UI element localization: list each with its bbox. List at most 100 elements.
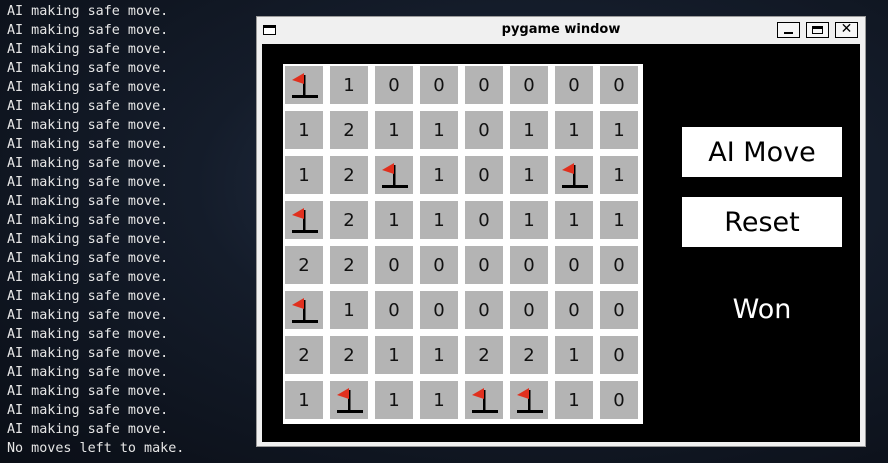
board-cell[interactable]: 0 — [420, 66, 458, 104]
red-flag-icon — [472, 388, 498, 413]
board-cell[interactable]: 0 — [465, 291, 503, 329]
board-cell[interactable]: 0 — [465, 66, 503, 104]
pygame-window: pygame window ✕ 100000012110111121011211… — [256, 16, 866, 447]
terminal-line: AI making safe move. — [7, 80, 169, 95]
window-title: pygame window — [501, 22, 621, 37]
board-cell[interactable]: 1 — [420, 381, 458, 419]
terminal-line: AI making safe move. — [7, 213, 169, 228]
board-cell[interactable]: 1 — [375, 201, 413, 239]
game-status: Won — [732, 294, 792, 325]
board-cell-flagged[interactable] — [285, 201, 323, 239]
board-cell[interactable]: 1 — [285, 111, 323, 149]
board-cell[interactable]: 0 — [420, 246, 458, 284]
board-cell[interactable]: 0 — [555, 66, 593, 104]
terminal-line: AI making safe move. — [7, 156, 169, 171]
terminal-line: AI making safe move. — [7, 384, 169, 399]
board-cell[interactable]: 0 — [600, 381, 638, 419]
board-cell[interactable]: 2 — [330, 246, 368, 284]
board-cell[interactable]: 1 — [330, 291, 368, 329]
board-cell[interactable]: 1 — [510, 201, 548, 239]
terminal-line: AI making safe move. — [7, 4, 169, 19]
red-flag-icon — [517, 388, 543, 413]
minesweeper-board: 1000000121101111210112110111220000001000… — [283, 64, 643, 424]
board-cell[interactable]: 1 — [600, 201, 638, 239]
board-cell[interactable]: 1 — [375, 381, 413, 419]
board-cell[interactable]: 2 — [285, 336, 323, 374]
ai-move-button[interactable]: AI Move — [682, 127, 842, 177]
terminal-line: AI making safe move. — [7, 175, 169, 190]
reset-button[interactable]: Reset — [682, 197, 842, 247]
terminal-line: AI making safe move. — [7, 232, 169, 247]
board-cell-flagged[interactable] — [375, 156, 413, 194]
board-cell[interactable]: 2 — [330, 111, 368, 149]
close-button[interactable]: ✕ — [835, 21, 858, 38]
board-cell[interactable]: 0 — [465, 246, 503, 284]
board-cell[interactable]: 1 — [420, 201, 458, 239]
terminal-line: AI making safe move. — [7, 270, 169, 285]
board-cell-flagged[interactable] — [285, 66, 323, 104]
board-cell[interactable]: 0 — [420, 291, 458, 329]
board-cell[interactable]: 1 — [555, 336, 593, 374]
terminal-line: AI making safe move. — [7, 118, 169, 133]
terminal-line: AI making safe move. — [7, 327, 169, 342]
board-cell[interactable]: 1 — [555, 381, 593, 419]
terminal-line: No moves left to make. — [7, 441, 185, 456]
terminal-line: AI making safe move. — [7, 99, 169, 114]
board-cell[interactable]: 0 — [510, 291, 548, 329]
board-cell-flagged[interactable] — [510, 381, 548, 419]
red-flag-icon — [292, 298, 318, 323]
close-icon: ✕ — [840, 21, 853, 37]
board-cell[interactable]: 0 — [600, 291, 638, 329]
minimize-button[interactable] — [777, 22, 800, 38]
board-cell[interactable]: 1 — [510, 111, 548, 149]
maximize-button[interactable] — [806, 22, 829, 38]
board-cell[interactable]: 2 — [330, 201, 368, 239]
board-cell[interactable]: 0 — [600, 66, 638, 104]
terminal-line: AI making safe move. — [7, 42, 169, 57]
board-cell[interactable]: 1 — [555, 201, 593, 239]
board-cell[interactable]: 0 — [375, 246, 413, 284]
board-cell-flagged[interactable] — [285, 291, 323, 329]
board-cell[interactable]: 1 — [330, 66, 368, 104]
board-cell[interactable]: 0 — [465, 201, 503, 239]
terminal-line: AI making safe move. — [7, 346, 169, 361]
board-cell[interactable]: 0 — [600, 246, 638, 284]
board-cell[interactable]: 0 — [465, 111, 503, 149]
board-cell[interactable]: 2 — [285, 246, 323, 284]
board-cell[interactable]: 1 — [420, 111, 458, 149]
minimize-icon — [784, 32, 793, 34]
board-cell[interactable]: 2 — [330, 156, 368, 194]
board-cell[interactable]: 1 — [600, 111, 638, 149]
board-cell[interactable]: 0 — [600, 336, 638, 374]
board-cell[interactable]: 1 — [285, 156, 323, 194]
terminal-line: AI making safe move. — [7, 403, 169, 418]
board-cell[interactable]: 0 — [510, 66, 548, 104]
board-cell[interactable]: 1 — [375, 111, 413, 149]
terminal-line: AI making safe move. — [7, 194, 169, 209]
terminal-line: AI making safe move. — [7, 308, 169, 323]
board-cell[interactable]: 2 — [465, 336, 503, 374]
board-cell[interactable]: 0 — [465, 156, 503, 194]
window-titlebar[interactable]: pygame window ✕ — [257, 17, 865, 44]
board-cell[interactable]: 1 — [510, 156, 548, 194]
terminal-line: AI making safe move. — [7, 251, 169, 266]
board-cell[interactable]: 0 — [375, 66, 413, 104]
board-cell-flagged[interactable] — [555, 156, 593, 194]
terminal-line: AI making safe move. — [7, 289, 169, 304]
board-cell[interactable]: 2 — [510, 336, 548, 374]
board-cell[interactable]: 1 — [600, 156, 638, 194]
board-cell[interactable]: 0 — [555, 246, 593, 284]
board-cell[interactable]: 0 — [555, 291, 593, 329]
board-cell[interactable]: 0 — [510, 246, 548, 284]
board-cell[interactable]: 1 — [420, 156, 458, 194]
board-cell-flagged[interactable] — [465, 381, 503, 419]
board-cell[interactable]: 2 — [330, 336, 368, 374]
board-cell[interactable]: 1 — [420, 336, 458, 374]
board-cell-flagged[interactable] — [330, 381, 368, 419]
board-cell[interactable]: 1 — [555, 111, 593, 149]
board-cell[interactable]: 0 — [375, 291, 413, 329]
board-cell[interactable]: 1 — [285, 381, 323, 419]
terminal-line: AI making safe move. — [7, 422, 169, 437]
board-cell[interactable]: 1 — [375, 336, 413, 374]
red-flag-icon — [337, 388, 363, 413]
